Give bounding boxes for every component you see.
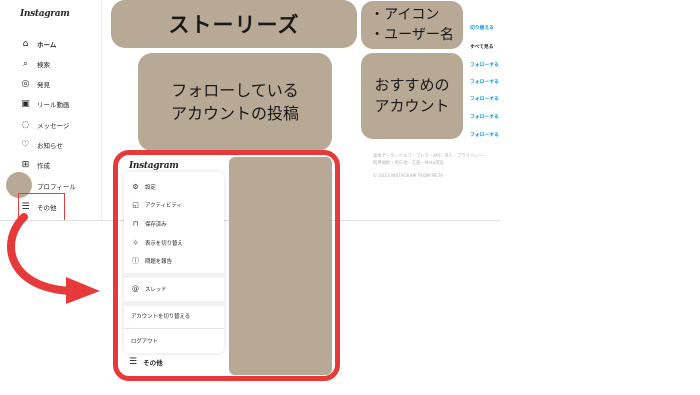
icon-username-placeholder: ・アイコン ・ユーザー名 [361,1,463,49]
copyright-text: © 2023 INSTAGRAM FROM META [373,174,444,179]
annotation-frame [113,150,340,381]
posts-placeholder: フォローしている アカウントの投稿 [138,53,332,151]
nav-messages-label: メッセージ [37,122,70,130]
follow-button[interactable]: フォローする [470,78,499,85]
instagram-logo[interactable]: Instagram [20,9,70,19]
follow-button[interactable]: フォローする [470,131,499,138]
compass-icon: ◎ [21,78,30,89]
nav-notifications[interactable]: ♡ お知らせ [20,137,63,153]
nav-home[interactable]: ⌂ ホーム [20,36,57,52]
switch-link[interactable]: 切り替える [470,24,494,31]
home-icon: ⌂ [22,38,29,49]
suggestions-placeholder: おすすめの アカウント [361,53,463,139]
follow-button[interactable]: フォローする [470,95,499,102]
nav-create-label: 作成 [37,162,50,170]
posts-label-line2: アカウントの投稿 [170,104,299,123]
footer-links[interactable]: 基本データ・ヘルプ・プレス・API・求人・プライバシー・ [373,153,487,159]
nav-explore[interactable]: ◎ 発見 [20,76,50,92]
nav-messages[interactable]: ◌ メッセージ [20,117,70,133]
follow-button[interactable]: フォローする [470,61,499,68]
nav-search-label: 検索 [37,61,50,69]
heart-icon: ♡ [21,139,30,150]
follow-button[interactable]: フォローする [470,113,499,120]
footer-links-2[interactable]: 利用規約・所在地・言語・Meta認証 [373,160,444,166]
nav-home-label: ホーム [37,41,57,49]
nav-profile[interactable]: プロフィール [37,178,76,194]
nav-reels-label: リール動画 [37,101,70,109]
stories-placeholder: ストーリーズ [111,0,357,48]
reco-label-line1: おすすめの [374,76,450,94]
info-label-line2: ・ユーザー名 [370,27,454,43]
curved-arrow-icon [7,213,100,304]
reels-icon: ▣ [21,98,30,109]
nav-notifications-label: お知らせ [37,142,63,150]
search-icon: ⌕ [22,58,29,69]
nav-create[interactable]: ⊞ 作成 [20,157,50,173]
reco-label-line2: アカウント [374,97,450,115]
messenger-icon: ◌ [21,119,30,130]
nav-explore-label: 発見 [37,81,50,89]
plus-square-icon: ⊞ [21,159,30,170]
info-label-line1: ・アイコン [370,7,440,23]
see-all-link[interactable]: すべて見る [470,43,493,50]
posts-label-line1: フォローしている [171,81,299,100]
nav-profile-label: プロフィール [37,183,76,191]
nav-search[interactable]: ⌕ 検索 [20,56,50,72]
nav-reels[interactable]: ▣ リール動画 [20,96,70,112]
